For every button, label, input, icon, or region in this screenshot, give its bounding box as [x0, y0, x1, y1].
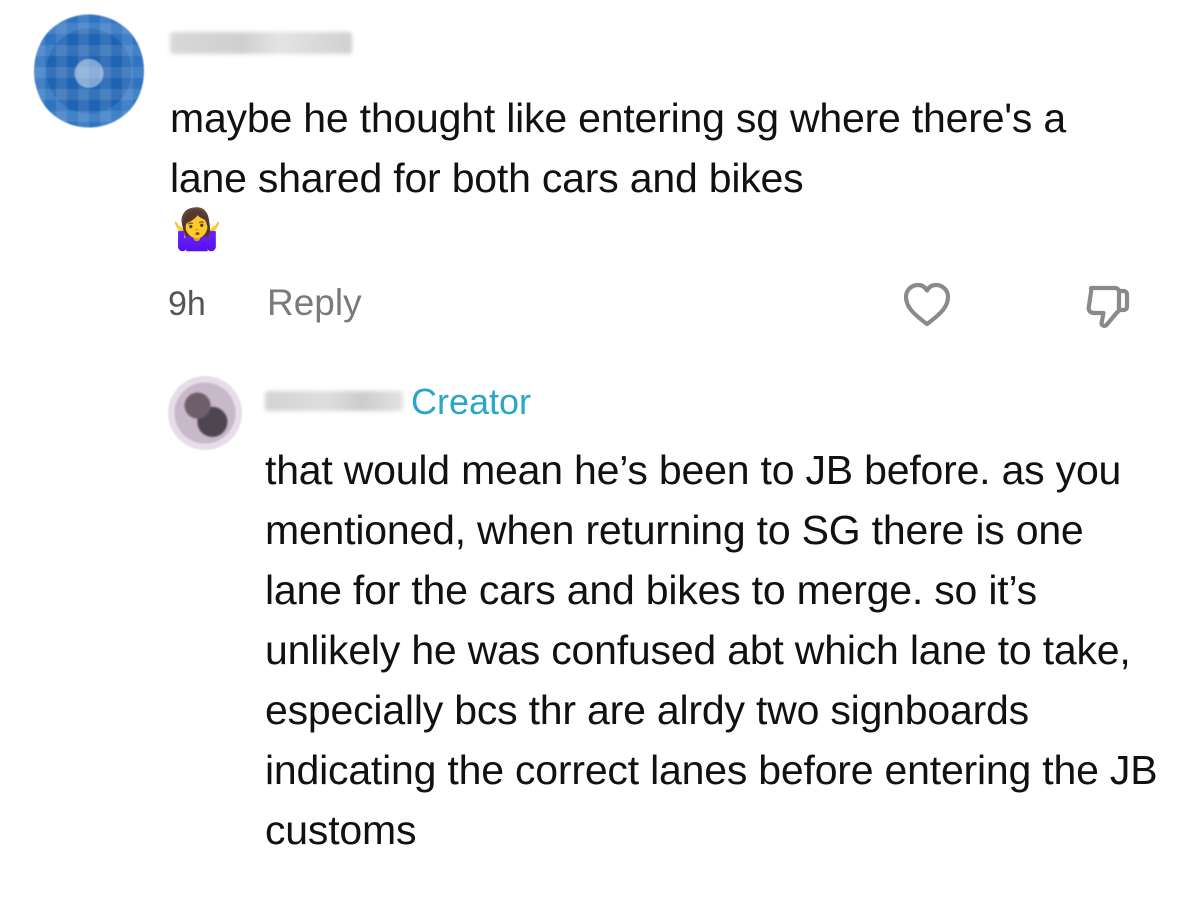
heart-icon[interactable]	[902, 281, 952, 329]
shrug-emoji-icon: 🤷‍♀️	[172, 207, 222, 253]
user-avatar-icon[interactable]	[34, 12, 144, 130]
comment-timestamp: 9h	[168, 285, 206, 323]
reply-button[interactable]: Reply	[267, 281, 362, 325]
creator-badge: Creator	[411, 381, 532, 422]
creator-username-redacted[interactable]	[265, 391, 403, 411]
comment-text: maybe he thought like entering sg where …	[170, 95, 1067, 201]
creator-avatar-icon[interactable]	[168, 376, 242, 450]
thumbs-down-icon[interactable]	[1082, 281, 1132, 331]
username-redacted[interactable]	[170, 32, 352, 54]
reply-text: that would mean he’s been to JB before. …	[265, 447, 1158, 853]
